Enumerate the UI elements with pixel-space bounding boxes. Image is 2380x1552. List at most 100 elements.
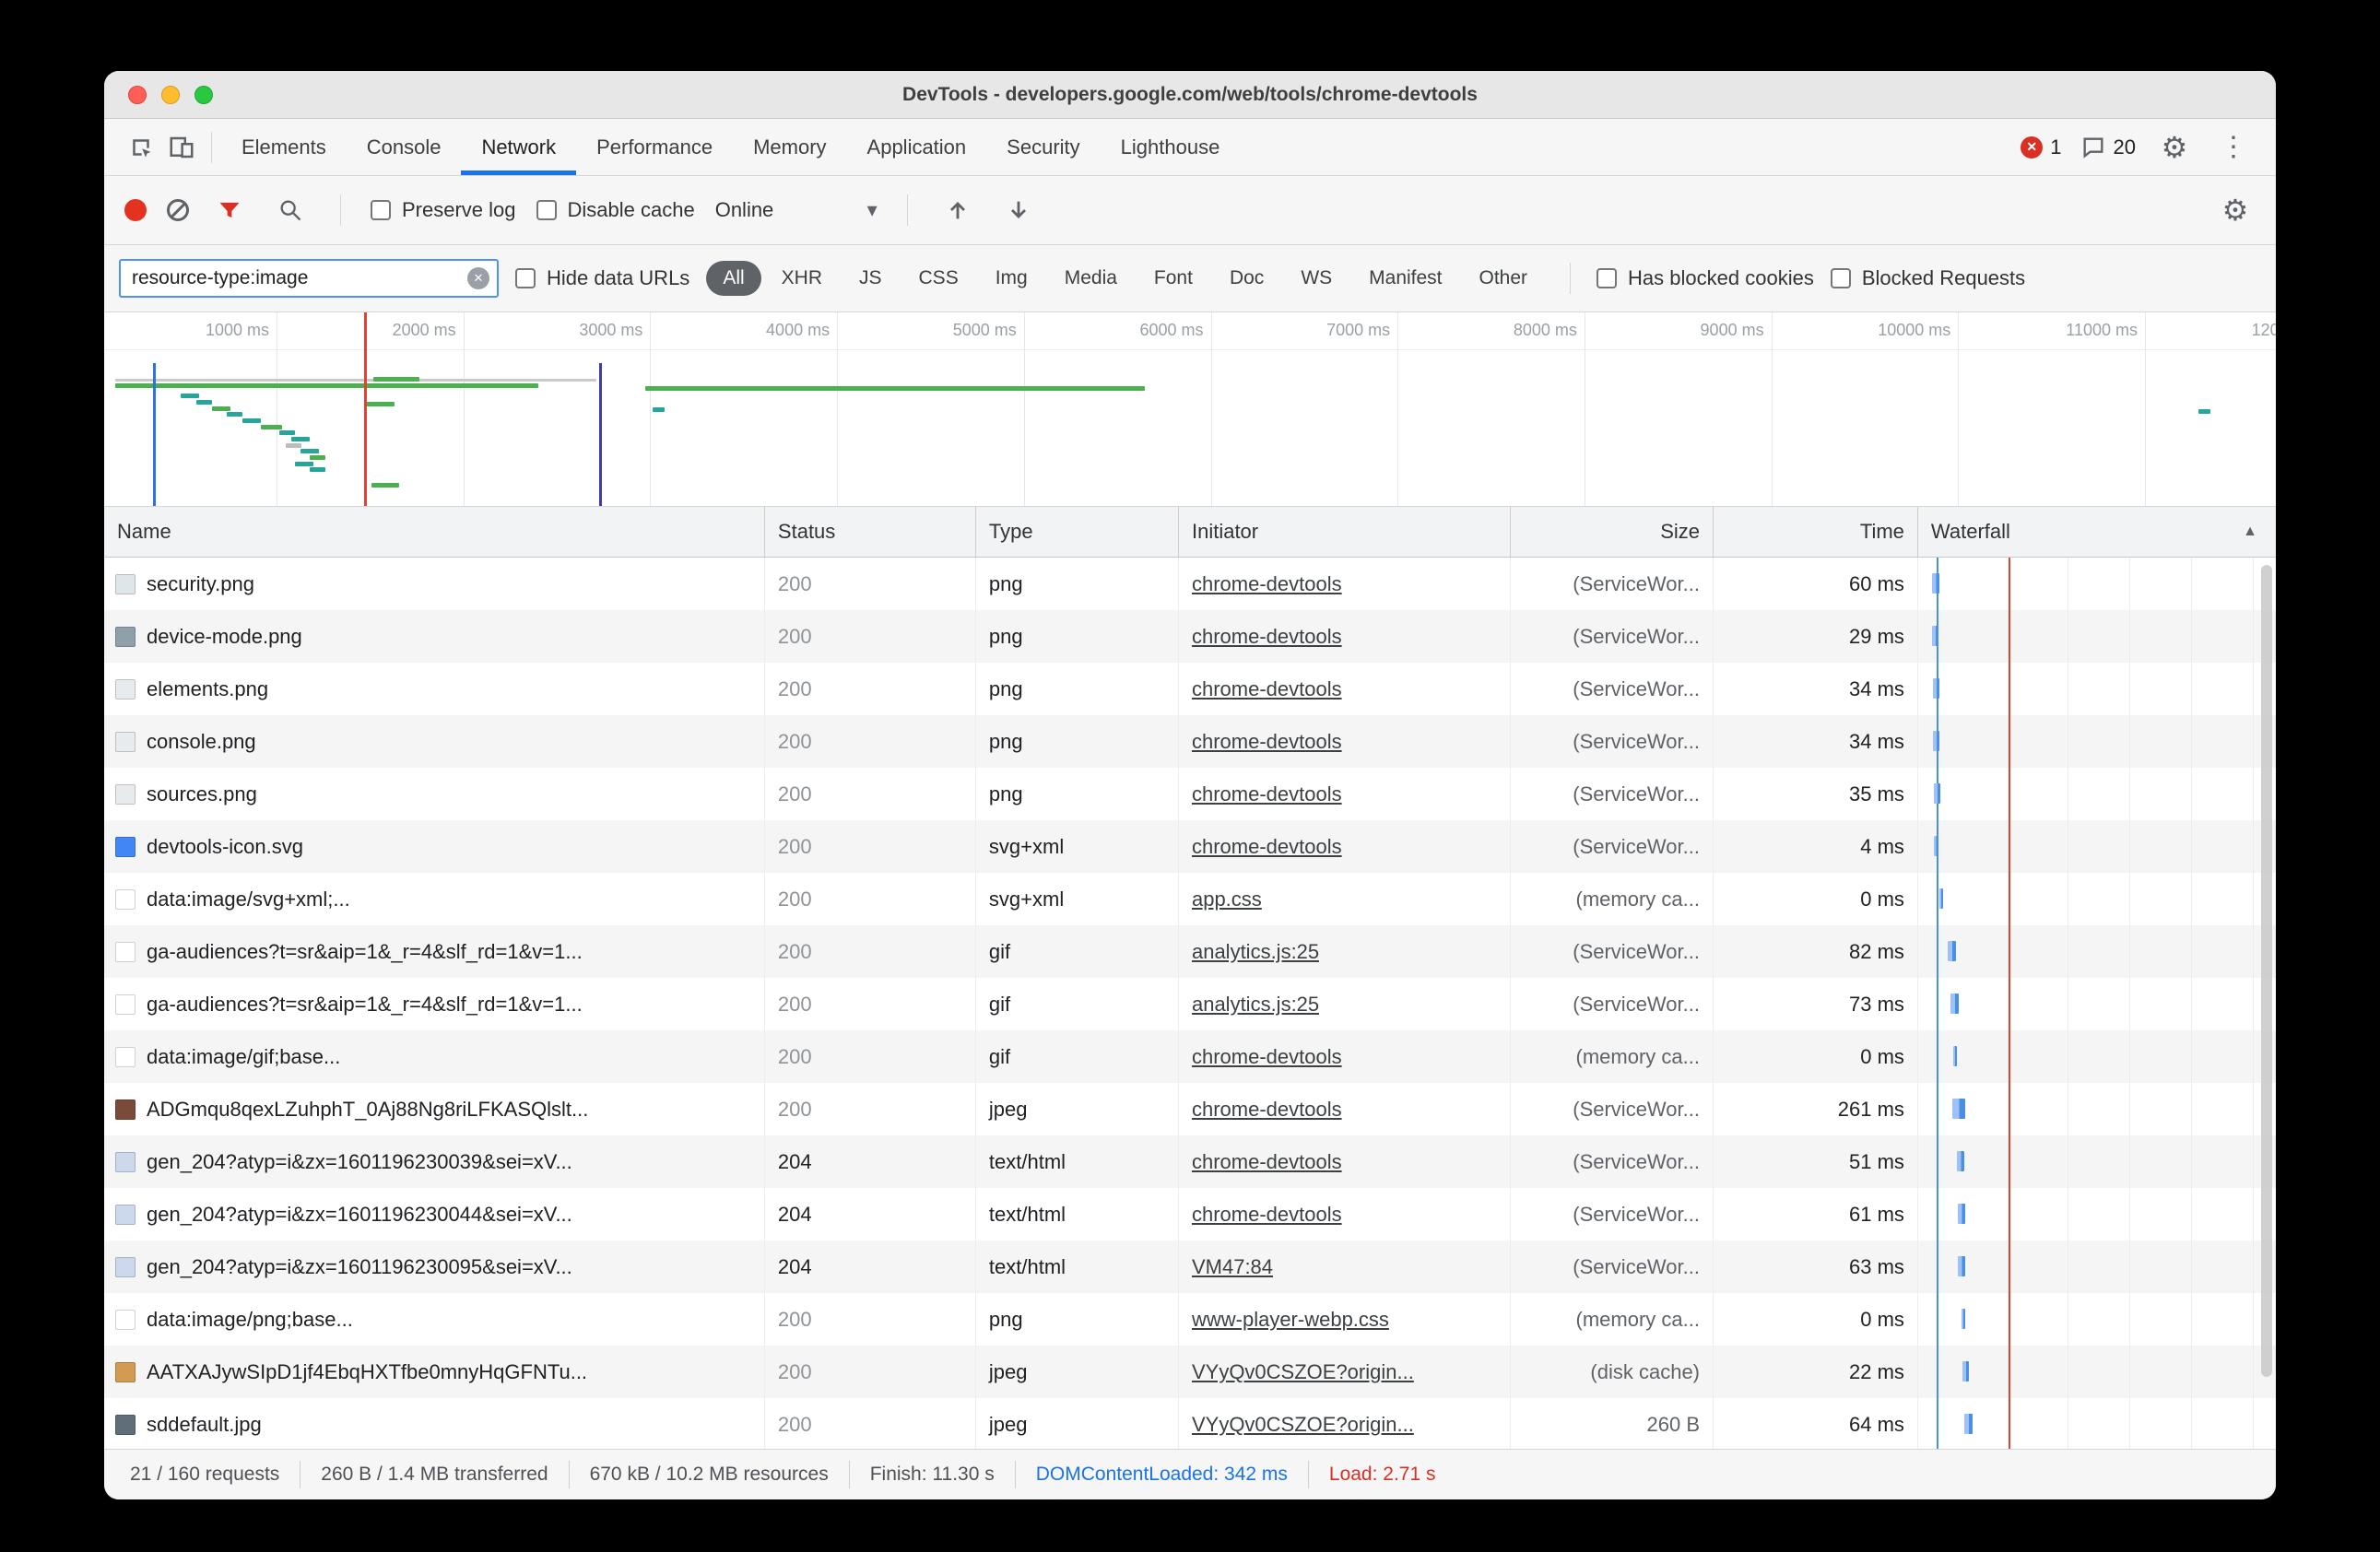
filter-funnel-icon[interactable] <box>209 190 250 230</box>
column-header-waterfall[interactable]: Waterfall ▲ <box>1918 507 2276 557</box>
filter-pill-font[interactable]: Font <box>1137 261 1209 296</box>
import-har-icon[interactable] <box>937 190 978 230</box>
table-row[interactable]: ga-audiences?t=sr&aip=1&_r=4&slf_rd=1&v=… <box>104 978 2276 1030</box>
filter-pill-css[interactable]: CSS <box>902 261 975 296</box>
cell-size: (ServiceWor... <box>1511 925 1714 978</box>
initiator-link[interactable]: chrome-devtools <box>1192 730 1342 754</box>
hide-data-urls-checkbox[interactable]: Hide data URLs <box>515 266 689 290</box>
table-row[interactable]: data:image/gif;base...200gifchrome-devto… <box>104 1030 2276 1083</box>
column-header-time[interactable]: Time <box>1714 507 1918 557</box>
load-event-line <box>2009 873 2010 925</box>
table-row[interactable]: data:image/svg+xml;...200svg+xmlapp.css(… <box>104 873 2276 925</box>
cell-time: 35 ms <box>1714 768 1918 820</box>
tab-elements[interactable]: Elements <box>221 119 347 175</box>
table-row[interactable]: AATXAJywSIpD1jf4EbqHXTfbe0mnyHqGFNTu...2… <box>104 1346 2276 1398</box>
table-row[interactable]: sddefault.jpg200jpegVYyQv0CSZOE?origin..… <box>104 1398 2276 1449</box>
clear-filter-icon[interactable]: ✕ <box>467 267 489 289</box>
search-icon[interactable] <box>270 190 311 230</box>
checkbox-label: Disable cache <box>568 198 695 222</box>
filter-pill-ws[interactable]: WS <box>1284 261 1349 296</box>
initiator-link[interactable]: chrome-devtools <box>1192 1150 1342 1174</box>
dcl-event-line <box>1937 1293 1938 1346</box>
filter-input[interactable] <box>121 267 497 289</box>
record-button[interactable] <box>124 199 147 221</box>
tab-application[interactable]: Application <box>847 119 987 175</box>
table-row[interactable]: sources.png200pngchrome-devtools(Service… <box>104 768 2276 820</box>
clear-requests-icon[interactable] <box>167 199 189 221</box>
table-row[interactable]: devtools-icon.svg200svg+xmlchrome-devtoo… <box>104 820 2276 873</box>
initiator-link[interactable]: chrome-devtools <box>1192 1045 1342 1069</box>
dcl-event-line <box>1937 1398 1938 1449</box>
load-event-line <box>2009 1346 2010 1398</box>
disable-cache-checkbox[interactable]: Disable cache <box>536 198 695 222</box>
cell-name: gen_204?atyp=i&zx=1601196230044&sei=xV..… <box>104 1188 765 1240</box>
column-header-name[interactable]: Name <box>104 507 765 557</box>
table-row[interactable]: device-mode.png200pngchrome-devtools(Ser… <box>104 610 2276 663</box>
table-row[interactable]: gen_204?atyp=i&zx=1601196230095&sei=xV..… <box>104 1240 2276 1293</box>
column-header-type[interactable]: Type <box>976 507 1179 557</box>
checkbox-icon <box>536 200 557 220</box>
cell-waterfall <box>1918 1083 2276 1135</box>
initiator-link[interactable]: chrome-devtools <box>1192 625 1342 649</box>
initiator-link[interactable]: analytics.js:25 <box>1192 940 1319 964</box>
table-row[interactable]: gen_204?atyp=i&zx=1601196230044&sei=xV..… <box>104 1188 2276 1240</box>
initiator-link[interactable]: chrome-devtools <box>1192 835 1342 859</box>
kebab-menu-icon[interactable]: ⋮ <box>2213 127 2254 168</box>
table-row[interactable]: ga-audiences?t=sr&aip=1&_r=4&slf_rd=1&v=… <box>104 925 2276 978</box>
tab-lighthouse[interactable]: Lighthouse <box>1101 119 1241 175</box>
console-messages-badge[interactable]: 20 <box>2080 135 2136 160</box>
file-icon <box>115 942 135 962</box>
scrollbar[interactable] <box>2261 565 2272 1377</box>
initiator-link[interactable]: chrome-devtools <box>1192 782 1342 806</box>
filter-pill-xhr[interactable]: XHR <box>765 261 839 296</box>
waterfall-gridline <box>2253 610 2254 663</box>
filter-pill-doc[interactable]: Doc <box>1213 261 1280 296</box>
initiator-link[interactable]: app.css <box>1192 888 1262 911</box>
device-toolbar-icon[interactable] <box>161 127 202 168</box>
table-row[interactable]: ADGmqu8qexLZuhphT_0Aj88Ng8riLFKASQlslt..… <box>104 1083 2276 1135</box>
initiator-link[interactable]: chrome-devtools <box>1192 1098 1342 1122</box>
initiator-link[interactable]: www-player-webp.css <box>1192 1308 1389 1332</box>
initiator-link[interactable]: VM47:84 <box>1192 1255 1273 1279</box>
blocked-requests-checkbox[interactable]: Blocked Requests <box>1831 266 2025 290</box>
throttling-select[interactable]: Online ▾ <box>715 198 878 222</box>
filter-pill-other[interactable]: Other <box>1463 261 1545 296</box>
preserve-log-checkbox[interactable]: Preserve log <box>371 198 516 222</box>
table-row[interactable]: gen_204?atyp=i&zx=1601196230039&sei=xV..… <box>104 1135 2276 1188</box>
error-badge[interactable]: ✕ 1 <box>2021 135 2061 159</box>
settings-gear-icon[interactable]: ⚙ <box>2154 127 2195 168</box>
initiator-link[interactable]: VYyQv0CSZOE?origin... <box>1192 1360 1414 1384</box>
request-name: data:image/svg+xml;... <box>147 888 350 911</box>
cell-type: text/html <box>976 1240 1179 1293</box>
initiator-link[interactable]: VYyQv0CSZOE?origin... <box>1192 1413 1414 1437</box>
initiator-link[interactable]: chrome-devtools <box>1192 677 1342 701</box>
filter-pill-js[interactable]: JS <box>842 261 899 296</box>
request-name: device-mode.png <box>147 625 302 649</box>
initiator-link[interactable]: chrome-devtools <box>1192 1203 1342 1227</box>
column-header-initiator[interactable]: Initiator <box>1179 507 1511 557</box>
filter-pill-media[interactable]: Media <box>1048 261 1134 296</box>
tab-console[interactable]: Console <box>347 119 462 175</box>
export-har-icon[interactable] <box>998 190 1039 230</box>
inspect-icon[interactable] <box>121 127 161 168</box>
filter-pill-img[interactable]: Img <box>979 261 1044 296</box>
tab-memory[interactable]: Memory <box>733 119 846 175</box>
table-row[interactable]: security.png200pngchrome-devtools(Servic… <box>104 558 2276 610</box>
network-settings-gear-icon[interactable]: ⚙ <box>2215 190 2256 230</box>
initiator-link[interactable]: analytics.js:25 <box>1192 993 1319 1017</box>
table-row[interactable]: elements.png200pngchrome-devtools(Servic… <box>104 663 2276 715</box>
filter-pill-manifest[interactable]: Manifest <box>1352 261 1458 296</box>
column-header-status[interactable]: Status <box>765 507 976 557</box>
has-blocked-cookies-checkbox[interactable]: Has blocked cookies <box>1596 266 1814 290</box>
initiator-link[interactable]: chrome-devtools <box>1192 572 1342 596</box>
network-overview-timeline[interactable]: 1000 ms2000 ms3000 ms4000 ms5000 ms6000 … <box>104 312 2276 507</box>
column-header-size[interactable]: Size <box>1511 507 1714 557</box>
table-row[interactable]: data:image/png;base...200pngwww-player-w… <box>104 1293 2276 1346</box>
filter-pill-all[interactable]: All <box>706 261 760 296</box>
waterfall-gridline <box>2253 1083 2254 1135</box>
table-row[interactable]: console.png200pngchrome-devtools(Service… <box>104 715 2276 768</box>
status-code: 200 <box>778 1045 812 1069</box>
tab-performance[interactable]: Performance <box>576 119 733 175</box>
tab-security[interactable]: Security <box>986 119 1100 175</box>
tab-network[interactable]: Network <box>461 119 576 175</box>
